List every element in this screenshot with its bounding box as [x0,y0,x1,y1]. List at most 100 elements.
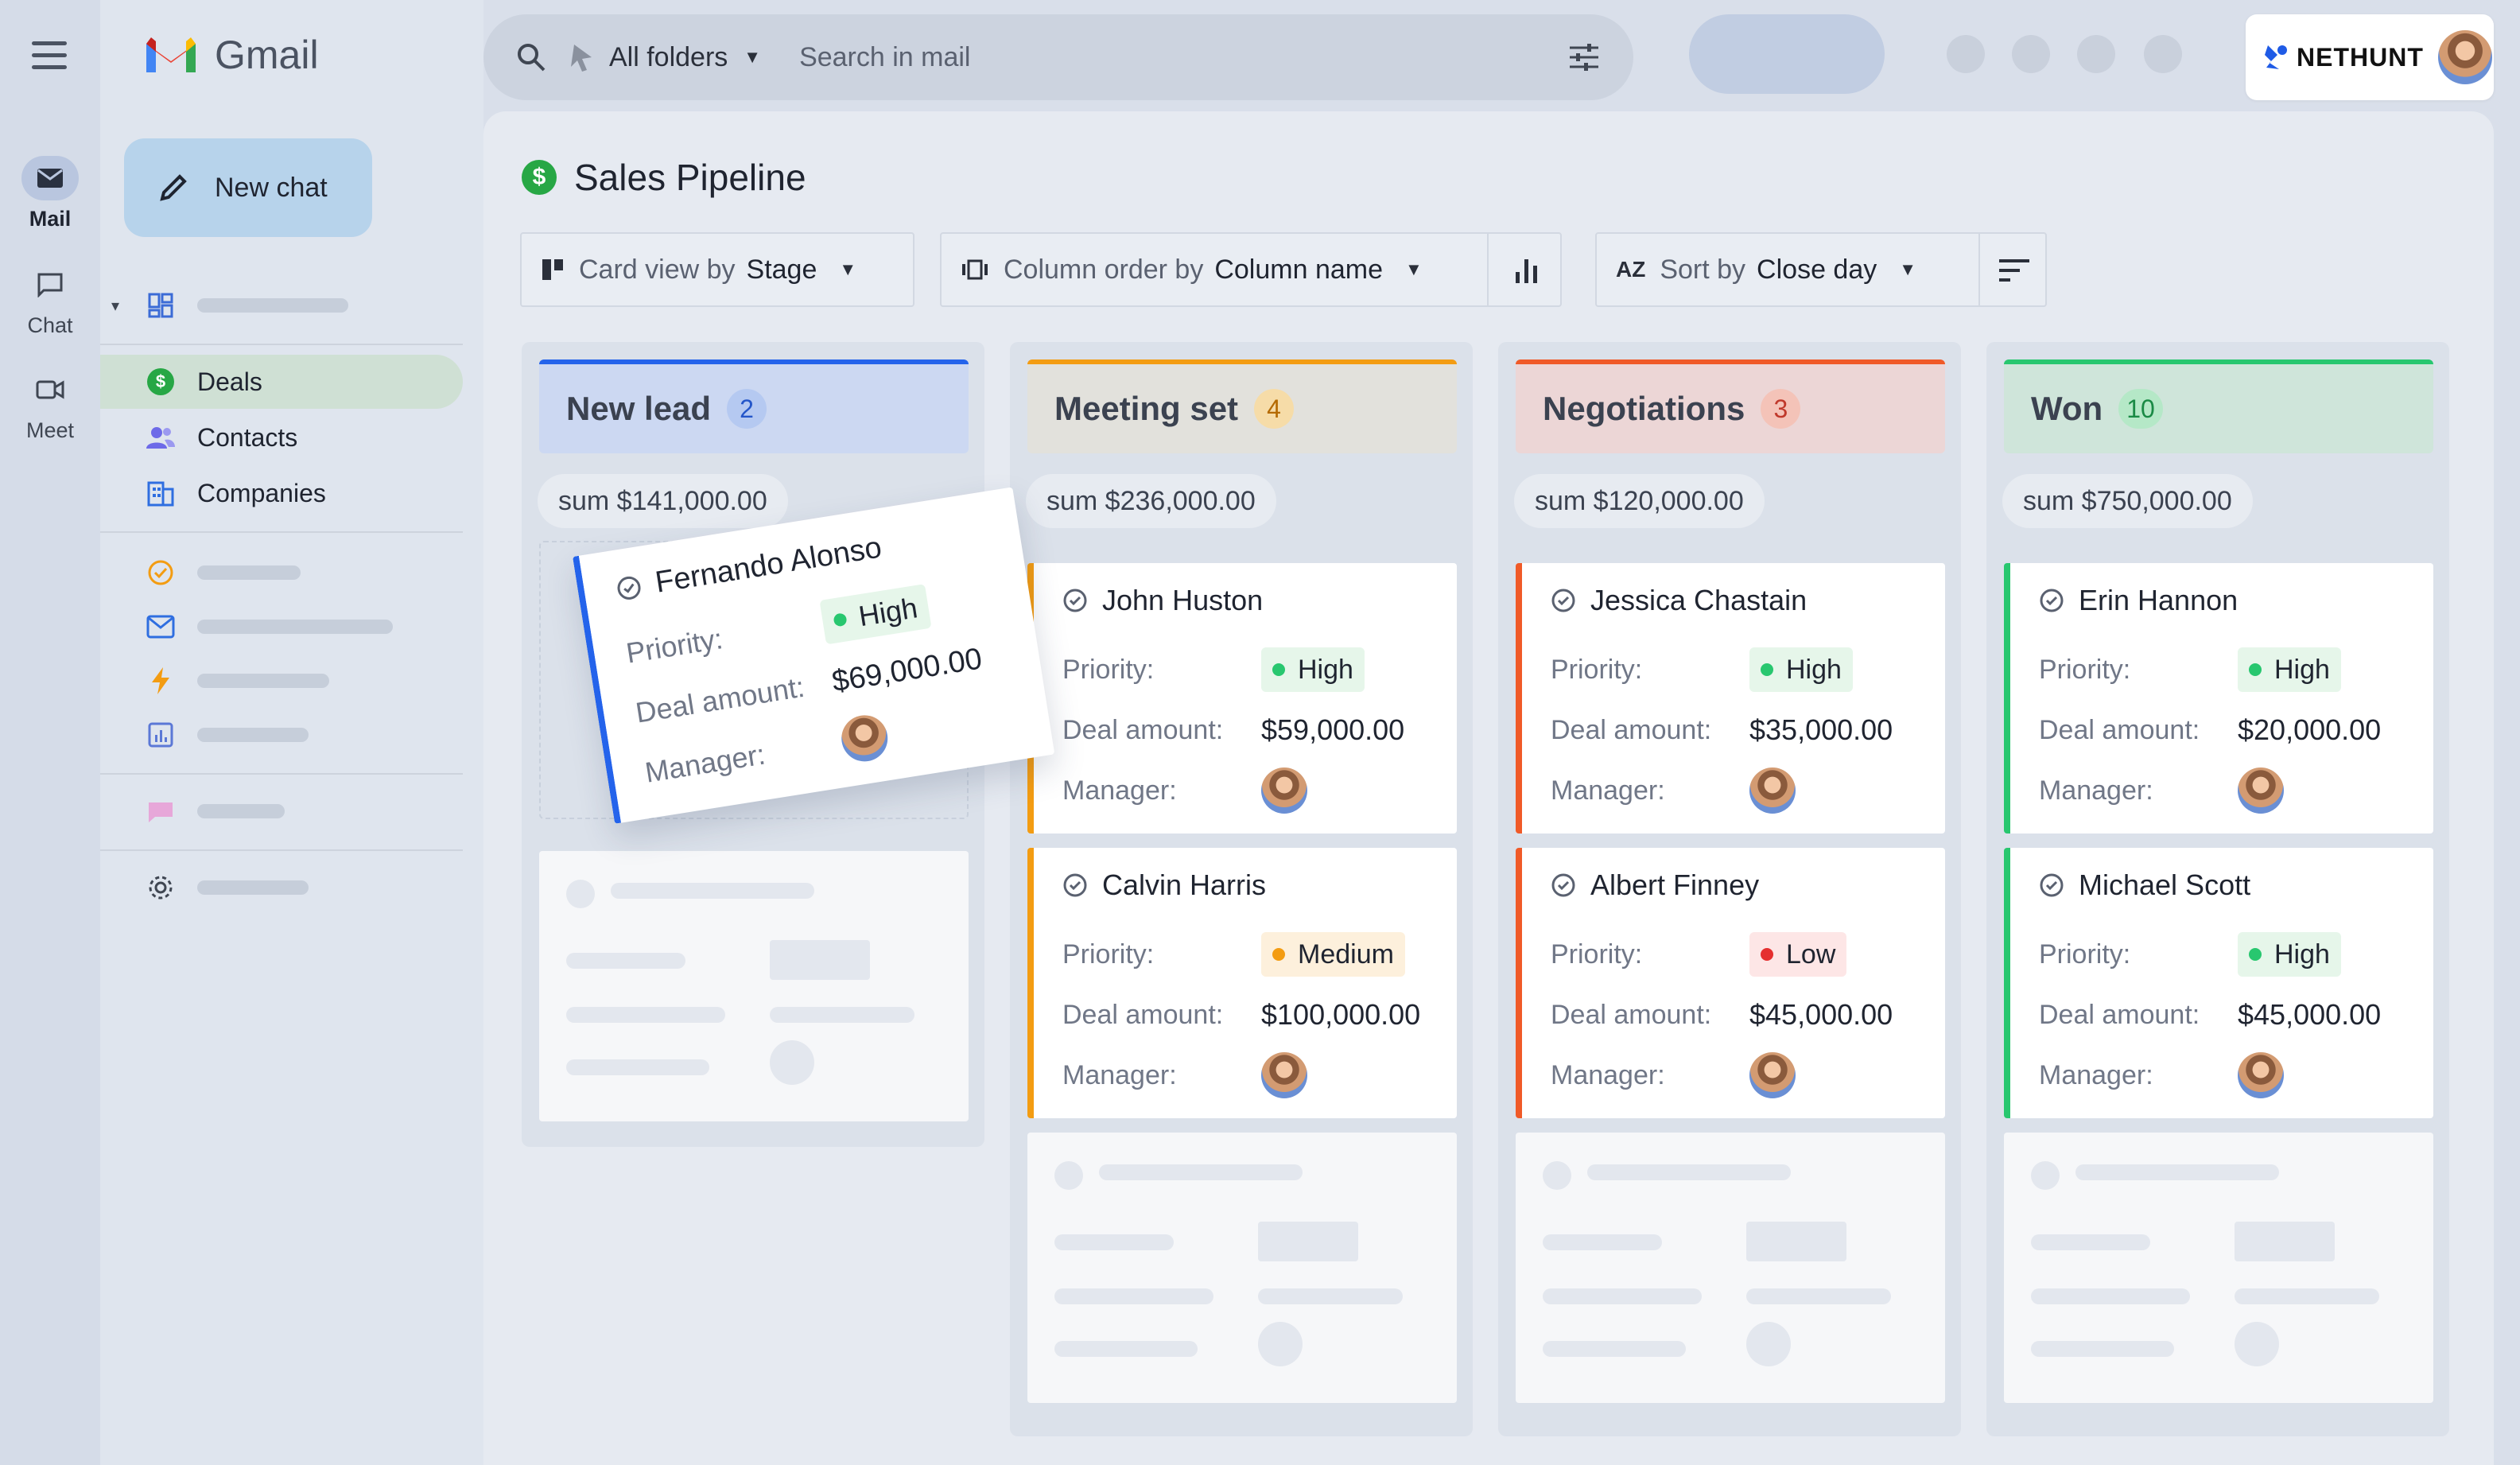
deal-card[interactable]: John Huston Priority: High Deal amount: $59,… [1027,563,1457,834]
placeholder-bar [197,565,301,580]
check-circle-icon[interactable] [1062,588,1088,613]
bar-chart-icon[interactable] [1511,255,1543,286]
check-circle-icon[interactable] [1062,872,1088,898]
user-avatar[interactable] [2437,30,2492,84]
manager-label: Manager: [1551,775,1665,806]
check-circle-icon[interactable] [1551,588,1576,613]
placeholder-bar [197,728,309,742]
amount-row: Deal amount: $35,000.00 [1551,700,1945,760]
column-title: Negotiations [1543,390,1745,427]
menu-icon[interactable] [32,41,67,73]
nethunt-badge[interactable]: NETHUNT [2246,14,2494,100]
deal-name: John Huston [1062,584,1457,617]
column-order-icon [962,259,988,280]
deal-amount-value: $100,000.00 [1261,998,1421,1031]
card-view-value: Stage [746,254,817,285]
priority-value: High [2274,654,2330,685]
sort-value: Close day [1757,254,1877,285]
sidebar-item-campaigns[interactable] [100,600,463,654]
deal-card[interactable]: Jessica Chastain Priority: High Deal amount… [1516,563,1945,834]
priority-badge: Low [1749,932,1847,977]
sidebar-group-header[interactable]: ▾ [100,278,463,332]
deal-amount-label: Deal amount: [1551,714,1712,745]
deal-amount-value: $59,000.00 [1261,713,1405,746]
all-folders-label: All folders [609,41,728,72]
search-options-icon[interactable] [1567,40,1602,75]
deal-name-text: John Huston [1102,584,1264,616]
new-chat-label: New chat [215,172,328,203]
sidebar-item-contacts[interactable]: Contacts [100,410,463,464]
video-icon [21,367,79,412]
search-bar[interactable]: All folders ▼ Search in mail [483,14,1633,100]
placeholder-card [539,851,969,1121]
sidebar-item-deals[interactable]: $ Deals [100,355,463,409]
column-header[interactable]: Negotiations 3 [1516,359,1945,453]
column-header[interactable]: New lead 2 [539,359,969,453]
check-circle-icon[interactable] [615,573,644,603]
deal-amount-value: $35,000.00 [1749,713,1893,746]
new-chat-button[interactable]: New chat [124,138,372,237]
manager-avatar[interactable] [2238,767,2284,814]
priority-label: Priority: [2039,654,2131,685]
placeholder-pill [1689,14,1885,94]
sidebar-item-chat-placeholder[interactable] [100,784,463,838]
manager-avatar[interactable] [2238,1052,2284,1098]
deal-card[interactable]: Calvin Harris Priority: Medium Deal amount:… [1027,848,1457,1118]
divider [100,531,463,533]
check-circle-icon[interactable] [2039,588,2064,613]
placeholder-icon [2077,35,2115,73]
deal-card[interactable]: Erin Hannon Priority: High Deal amount: $20,… [2004,563,2433,834]
gmail-m-icon [146,37,196,72]
priority-dot [1272,663,1285,676]
deal-card[interactable]: Michael Scott Priority: High Deal amount: $4… [2004,848,2433,1118]
manager-avatar[interactable] [1261,767,1307,814]
sidebar-item-label: Deals [197,367,262,396]
priority-label: Priority: [1551,654,1643,685]
manager-avatar[interactable] [838,712,891,765]
manager-row: Manager: [1551,760,1945,821]
priority-dot [833,612,848,628]
sidebar-item-settings[interactable] [100,861,463,915]
deal-amount-value: $45,000.00 [1749,998,1893,1031]
manager-avatar[interactable] [1261,1052,1307,1098]
sidebar: Gmail New chat ▾ $ Deals Contacts Compan… [100,0,483,1465]
sidebar-item-label: Companies [197,478,326,507]
rail-chat[interactable]: Chat [0,262,100,338]
manager-avatar[interactable] [1749,767,1796,814]
deal-name-text: Calvin Harris [1102,869,1267,901]
search-icon[interactable] [515,41,547,73]
check-circle-icon[interactable] [2039,872,2064,898]
card-view-dropdown[interactable]: Card view by Stage ▼ [520,232,914,307]
divider [100,849,463,851]
placeholder-card [2004,1133,2433,1403]
search-input[interactable]: Search in mail [799,42,970,73]
sidebar-item-companies[interactable]: Companies [100,466,463,520]
gmail-logo[interactable]: Gmail [143,32,319,78]
pipeline-column: Won 10 sum $750,000.00 Erin Hannon Priority:… [1986,342,2449,1436]
column-order-dropdown[interactable]: Column order by Column name ▼ [940,232,1562,307]
rail-mail-label: Mail [29,207,72,231]
rail-mail[interactable]: Mail [0,156,100,231]
column-header[interactable]: Meeting set 4 [1027,359,1457,453]
deal-name-text: Albert Finney [1590,869,1760,901]
check-circle-icon[interactable] [1551,872,1576,898]
all-folders-dropdown[interactable]: All folders ▼ [568,41,761,73]
sort-dropdown[interactable]: AZ Sort by Close day ▼ [1595,232,2047,307]
sort-order-icon[interactable] [1998,256,2031,285]
column-count-badge: 4 [1254,389,1295,429]
companies-icon [145,477,177,509]
column-header[interactable]: Won 10 [2004,359,2433,453]
divider [100,344,463,345]
sidebar-item-reports[interactable] [100,708,463,762]
manager-avatar[interactable] [1749,1052,1796,1098]
sidebar-item-tasks[interactable] [100,546,463,600]
divider [100,773,463,775]
placeholder-icon [1947,35,1985,73]
chat-bubble-icon [145,795,177,827]
sidebar-item-automations[interactable] [100,654,463,708]
placeholder-card [1516,1133,1945,1403]
app-rail: Mail Chat Meet [0,0,100,1465]
priority-row: Priority: High [1551,639,1945,700]
deal-card[interactable]: Albert Finney Priority: Low Deal amount: $45… [1516,848,1945,1118]
rail-meet[interactable]: Meet [0,367,100,443]
